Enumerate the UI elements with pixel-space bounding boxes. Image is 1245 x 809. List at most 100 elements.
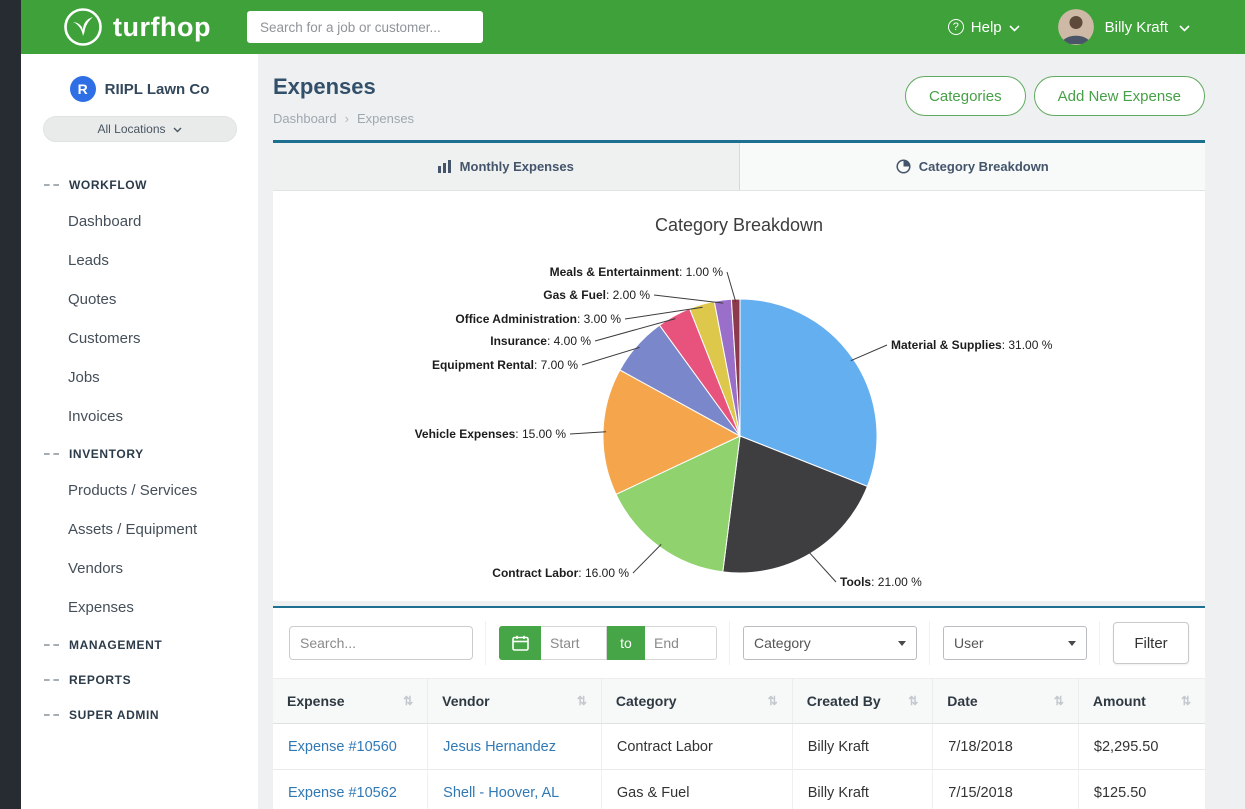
sidebar-section-super-admin[interactable]: SUPER ADMIN — [21, 697, 258, 732]
main-content: Expenses Dashboard › Expenses Categories… — [258, 54, 1245, 809]
pie-label-7: Gas & Fuel: 2.00 % — [543, 288, 650, 302]
table-header-row: Expense⇅ Vendor⇅ Category⇅ Created By⇅ D… — [273, 679, 1205, 724]
company-logo-icon: R — [70, 76, 96, 102]
chart-card: Monthly Expenses Category Breakdown Cate… — [273, 140, 1205, 601]
vendor-link[interactable]: Shell - Hoover, AL — [443, 785, 559, 801]
created-by-cell: Billy Kraft — [792, 724, 933, 770]
vendor-link[interactable]: Jesus Hernandez — [443, 739, 556, 755]
calendar-icon — [512, 635, 529, 651]
section-label: REPORTS — [69, 673, 131, 687]
breadcrumb: Dashboard › Expenses — [273, 111, 414, 126]
pie-label-2: Contract Labor: 16.00 % — [492, 566, 629, 580]
pie-label-6: Office Administration: 3.00 % — [455, 312, 621, 326]
calendar-button[interactable] — [499, 626, 541, 660]
column-header-created-by[interactable]: Created By⇅ — [792, 679, 933, 724]
pie-chart-area: Category Breakdown Material & Supplies: … — [273, 191, 1205, 601]
section-label: SUPER ADMIN — [69, 708, 159, 722]
table-row: Expense #10562 Shell - Hoover, AL Gas & … — [273, 770, 1205, 809]
categories-button[interactable]: Categories — [905, 76, 1026, 116]
breadcrumb-expenses: Expenses — [357, 111, 414, 126]
sidebar-section-management[interactable]: MANAGEMENT — [21, 627, 258, 662]
pie-label-0: Material & Supplies: 31.00 % — [891, 338, 1053, 352]
filter-category-cell: Category — [743, 621, 930, 665]
sidebar-item-quotes[interactable]: Quotes — [21, 280, 258, 319]
column-header-date[interactable]: Date⇅ — [933, 679, 1079, 724]
pie-label-line — [808, 551, 836, 582]
sidebar-item-leads[interactable]: Leads — [21, 241, 258, 280]
sidebar-item-products-services[interactable]: Products / Services — [21, 471, 258, 510]
sort-icon[interactable]: ⇅ — [908, 694, 918, 708]
sidebar: R RIIPL Lawn Co All Locations WORKFLOW D… — [21, 54, 258, 809]
company-name: RIIPL Lawn Co — [105, 81, 210, 98]
filter-button[interactable]: Filter — [1113, 622, 1189, 664]
table-search-input[interactable] — [289, 626, 473, 660]
user-select-value: User — [954, 635, 984, 651]
expenses-table-card: to Category User F — [273, 606, 1205, 809]
sidebar-section-inventory[interactable]: INVENTORY — [21, 436, 258, 471]
sidebar-item-vendors[interactable]: Vendors — [21, 549, 258, 588]
sort-icon[interactable]: ⇅ — [577, 694, 587, 708]
sort-icon[interactable]: ⇅ — [403, 694, 413, 708]
user-name: Billy Kraft — [1105, 19, 1168, 36]
user-select[interactable]: User — [943, 626, 1087, 660]
sidebar-item-assets-equipment[interactable]: Assets / Equipment — [21, 510, 258, 549]
sort-icon[interactable]: ⇅ — [1181, 694, 1191, 708]
global-search-input[interactable] — [247, 11, 483, 43]
section-label: WORKFLOW — [69, 178, 147, 192]
brand-logo[interactable]: turfhop — [63, 7, 211, 47]
breadcrumb-dashboard[interactable]: Dashboard — [273, 111, 337, 126]
sidebar-item-invoices[interactable]: Invoices — [21, 397, 258, 436]
sidebar-item-customers[interactable]: Customers — [21, 319, 258, 358]
sidebar-section-reports[interactable]: REPORTS — [21, 662, 258, 697]
tab-category-breakdown[interactable]: Category Breakdown — [740, 143, 1206, 190]
page-title: Expenses — [273, 74, 414, 100]
expense-link[interactable]: Expense #10562 — [288, 785, 397, 801]
chart-title: Category Breakdown — [655, 215, 823, 235]
chevron-down-icon — [1009, 19, 1020, 36]
sort-icon[interactable]: ⇅ — [1054, 694, 1064, 708]
top-navbar: turfhop ? Help Billy Kraft — [21, 0, 1245, 54]
chevron-down-icon — [173, 122, 182, 136]
category-select[interactable]: Category — [743, 626, 917, 660]
sidebar-item-expenses[interactable]: Expenses — [21, 588, 258, 627]
user-menu[interactable]: Billy Kraft — [1058, 9, 1190, 45]
company-header: R RIIPL Lawn Co — [21, 54, 258, 102]
sidebar-item-jobs[interactable]: Jobs — [21, 358, 258, 397]
left-edge-strip — [0, 0, 21, 809]
filter-bar: to Category User F — [273, 608, 1205, 678]
date-start-input[interactable] — [541, 626, 607, 660]
date-to-label: to — [607, 626, 645, 660]
turfhop-logo-icon — [63, 7, 103, 47]
pie-label-3: Vehicle Expenses: 15.00 % — [415, 427, 567, 441]
sidebar-section-workflow[interactable]: WORKFLOW — [21, 167, 258, 202]
expense-link[interactable]: Expense #10560 — [288, 739, 397, 755]
add-new-expense-button[interactable]: Add New Expense — [1034, 76, 1205, 116]
dashes-icon — [44, 714, 59, 716]
date-cell: 7/18/2018 — [933, 724, 1079, 770]
tab-label: Monthly Expenses — [460, 159, 574, 174]
tab-monthly-expenses[interactable]: Monthly Expenses — [273, 143, 740, 190]
pie-label-line — [654, 295, 723, 303]
date-end-input[interactable] — [645, 626, 717, 660]
table-row: Expense #10560 Jesus Hernandez Contract … — [273, 724, 1205, 770]
category-breakdown-pie-chart: Category Breakdown Material & Supplies: … — [273, 191, 1205, 601]
sidebar-item-dashboard[interactable]: Dashboard — [21, 202, 258, 241]
page-header: Expenses Dashboard › Expenses Categories… — [273, 74, 1205, 126]
filter-button-cell: Filter — [1113, 621, 1201, 665]
location-selector[interactable]: All Locations — [43, 116, 237, 142]
expenses-table: Expense⇅ Vendor⇅ Category⇅ Created By⇅ D… — [273, 678, 1205, 809]
column-header-category[interactable]: Category⇅ — [601, 679, 792, 724]
pie-label-4: Equipment Rental: 7.00 % — [432, 358, 578, 372]
column-header-amount[interactable]: Amount⇅ — [1078, 679, 1205, 724]
pie-label-5: Insurance: 4.00 % — [490, 334, 591, 348]
select-arrow-icon — [898, 641, 906, 646]
filter-date-cell: to — [499, 621, 730, 665]
app-root: turfhop ? Help Billy Kraft — [0, 0, 1245, 809]
column-header-vendor[interactable]: Vendor⇅ — [428, 679, 602, 724]
dashes-icon — [44, 679, 59, 681]
help-menu[interactable]: ? Help — [948, 19, 1020, 36]
location-label: All Locations — [97, 122, 165, 136]
sort-icon[interactable]: ⇅ — [768, 694, 778, 708]
date-range-group: to — [499, 626, 717, 660]
column-header-expense[interactable]: Expense⇅ — [273, 679, 428, 724]
